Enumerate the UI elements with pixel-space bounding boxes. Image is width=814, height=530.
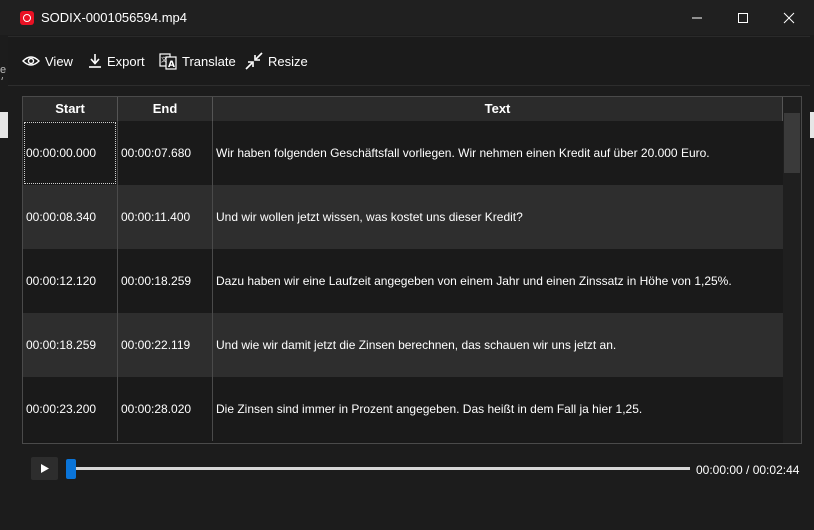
table-row[interactable]: 00:00:08.340 00:00:11.400 Und wir wollen… <box>23 185 783 249</box>
play-button[interactable] <box>31 457 58 480</box>
column-header-start[interactable]: Start <box>23 97 118 121</box>
text-cell[interactable]: Und wir wollen jetzt wissen, was kostet … <box>213 185 783 249</box>
end-cell[interactable]: 00:00:22.119 <box>118 313 213 377</box>
text-cell[interactable]: Die Zinsen sind immer in Prozent angegeb… <box>213 377 783 441</box>
view-button[interactable]: View <box>22 51 73 71</box>
minimize-icon <box>692 17 702 18</box>
window-title: SODIX-0001056594.mp4 <box>41 10 187 25</box>
close-button[interactable] <box>766 0 812 35</box>
app-window: SODIX-0001056594.mp4 e / View Exp <box>0 0 814 530</box>
minimize-button[interactable] <box>674 0 720 35</box>
title-bar: SODIX-0001056594.mp4 <box>0 0 814 35</box>
vertical-scrollbar[interactable] <box>783 97 801 443</box>
resize-label: Resize <box>268 53 308 69</box>
column-header-text[interactable]: Text <box>213 97 783 121</box>
export-label: Export <box>107 53 145 69</box>
column-header-end[interactable]: End <box>118 97 213 121</box>
start-cell[interactable]: 00:00:00.000 <box>23 121 118 185</box>
close-icon <box>783 12 795 23</box>
play-icon <box>40 464 49 473</box>
table-header: Start End Text <box>23 97 783 122</box>
translate-label: Translate <box>182 53 236 69</box>
end-cell[interactable]: 00:00:28.020 <box>118 377 213 441</box>
seek-thumb[interactable] <box>66 459 76 479</box>
end-cell[interactable]: 00:00:07.680 <box>118 121 213 185</box>
svg-text:A: A <box>168 60 175 70</box>
download-icon <box>89 54 101 68</box>
start-cell[interactable]: 00:00:23.200 <box>23 377 118 441</box>
record-icon <box>20 11 34 25</box>
export-button[interactable]: Export <box>88 51 145 71</box>
background-fragment: e / <box>0 64 7 80</box>
subtitle-table: Start End Text 00:00:00.000 00:00:07.680… <box>22 96 802 444</box>
translate-button[interactable]: A 文 Translate <box>159 51 236 71</box>
table-row[interactable]: 00:00:18.259 00:00:22.119 Und wie wir da… <box>23 313 783 377</box>
table-row[interactable]: 00:00:00.000 00:00:07.680 Wir haben folg… <box>23 121 783 185</box>
collapse-arrows-icon <box>245 52 263 70</box>
start-cell[interactable]: 00:00:08.340 <box>23 185 118 249</box>
scrollbar-thumb[interactable] <box>784 113 800 173</box>
end-cell[interactable]: 00:00:11.400 <box>118 185 213 249</box>
table-body: 00:00:00.000 00:00:07.680 Wir haben folg… <box>23 121 783 443</box>
view-label: View <box>45 53 73 69</box>
table-row[interactable]: 00:00:12.120 00:00:18.259 Dazu haben wir… <box>23 249 783 313</box>
maximize-button[interactable] <box>720 0 766 35</box>
background-edge-left <box>0 112 8 138</box>
maximize-icon <box>738 12 748 23</box>
start-cell[interactable]: 00:00:12.120 <box>23 249 118 313</box>
time-display: 00:00:00 / 00:02:44 <box>696 463 800 477</box>
table-row[interactable]: 00:00:23.200 00:00:28.020 Die Zinsen sin… <box>23 377 783 441</box>
eye-icon <box>22 56 40 66</box>
text-cell[interactable]: Und wie wir damit jetzt die Zinsen berec… <box>213 313 783 377</box>
start-cell[interactable]: 00:00:18.259 <box>23 313 118 377</box>
text-cell[interactable]: Dazu haben wir eine Laufzeit angegeben v… <box>213 249 783 313</box>
resize-button[interactable]: Resize <box>245 51 308 71</box>
text-cell[interactable]: Wir haben folgenden Geschäftsfall vorlie… <box>213 121 783 185</box>
toolbar: View Export A 文 Translate Resize <box>8 36 810 86</box>
end-cell[interactable]: 00:00:18.259 <box>118 249 213 313</box>
svg-text:文: 文 <box>161 56 167 64</box>
background-edge-right <box>810 112 814 138</box>
seek-bar[interactable] <box>66 467 690 470</box>
translate-icon: A 文 <box>159 52 177 70</box>
